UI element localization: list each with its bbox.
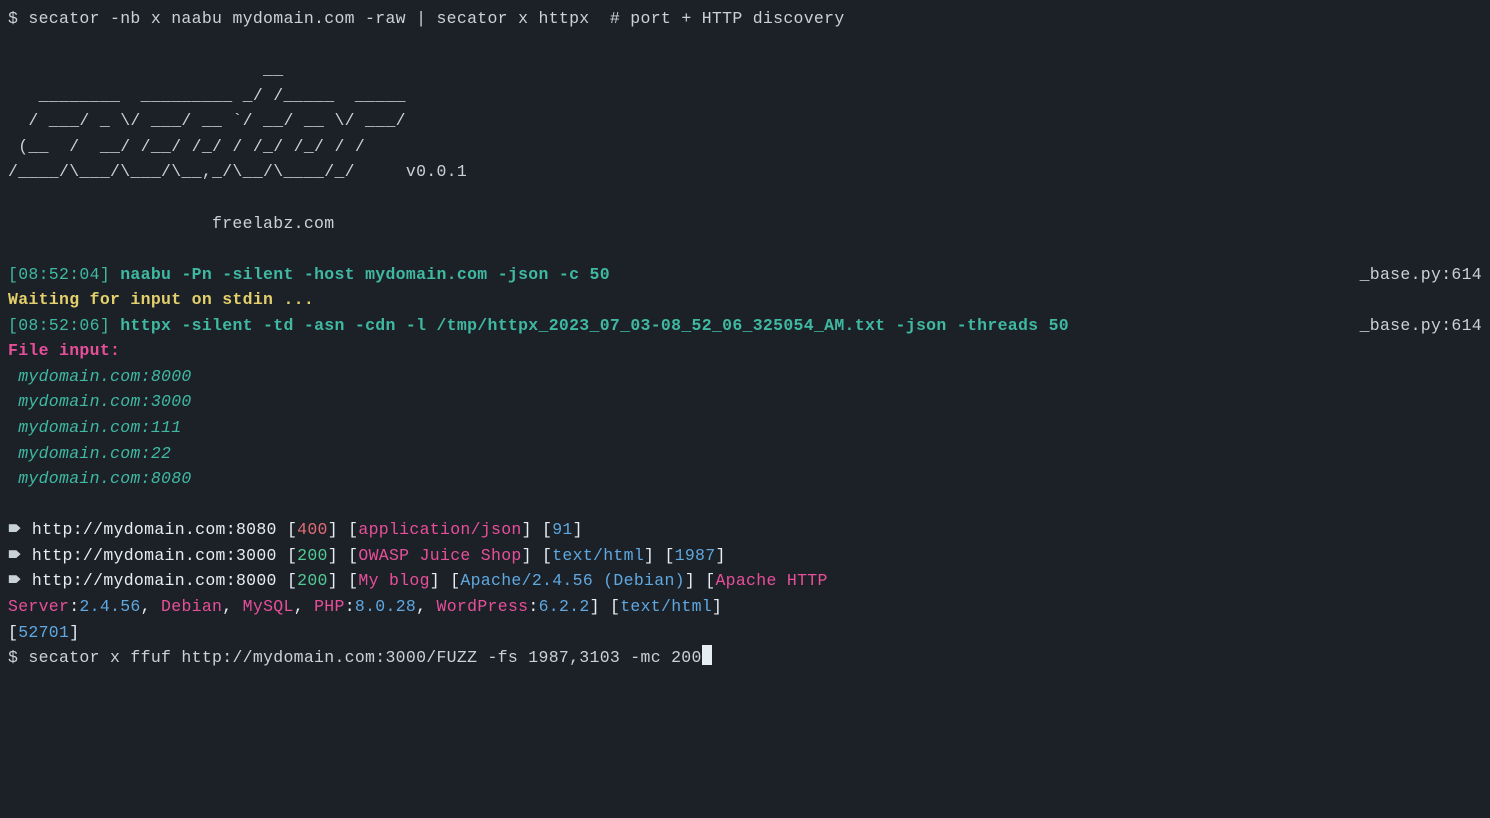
timestamp: [08:52:04] — [8, 265, 110, 284]
file-input-item: mydomain.com:3000 — [8, 389, 1482, 415]
tech-version: 6.2.2 — [539, 597, 590, 616]
result-line: 🠶 http://mydomain.com:8000 [200] [My blo… — [8, 568, 1482, 594]
content-length: 52701 — [18, 623, 69, 642]
command-text: secator x ffuf http://mydomain.com:3000/… — [28, 648, 701, 667]
file-input-item: mydomain.com:8080 — [8, 466, 1482, 492]
file-input-label: File input: — [8, 338, 1482, 364]
blank-line — [8, 32, 1482, 58]
log-command: naabu -Pn -silent -host mydomain.com -js… — [120, 265, 610, 284]
log-source: _base.py:614 — [1344, 313, 1482, 339]
waiting-message: Waiting for input on stdin ... — [8, 287, 1482, 313]
tech-name: Debian — [161, 597, 222, 616]
result-url: http://mydomain.com:8000 — [32, 571, 277, 590]
ascii-footer: freelabz.com — [8, 211, 1482, 237]
status-code: 400 — [297, 520, 328, 539]
tech-name: MySQL — [243, 597, 294, 616]
ascii-art-line: / ___/ _ \/ ___/ __ `/ __/ __ \/ ___/ — [8, 108, 1482, 134]
ascii-art-line: ________ _________ _/ /_____ _____ — [8, 83, 1482, 109]
log-line: [08:52:06] httpx -silent -td -asn -cdn -… — [8, 313, 1482, 339]
ascii-art-line: /____/\___/\___/\__,_/\__/\____/_/ v0.0.… — [8, 159, 1482, 185]
result-line: 🠶 http://mydomain.com:3000 [200] [OWASP … — [8, 543, 1482, 569]
result-line-cont: [52701] — [8, 620, 1482, 646]
bullet-icon: 🠶 — [8, 520, 32, 539]
status-code: 200 — [297, 546, 328, 565]
blank-line — [8, 236, 1482, 262]
command-line-2[interactable]: $ secator x ffuf http://mydomain.com:300… — [8, 645, 1482, 671]
result-line: 🠶 http://mydomain.com:8080 [400] [applic… — [8, 517, 1482, 543]
ascii-art-line: __ — [8, 57, 1482, 83]
terminal[interactable]: $ secator -nb x naabu mydomain.com -raw … — [8, 6, 1482, 671]
tech-name: Apache HTTP — [715, 571, 837, 590]
file-input-item: mydomain.com:22 — [8, 441, 1482, 467]
tech-name: WordPress — [437, 597, 529, 616]
prompt: $ — [8, 648, 18, 667]
page-title: OWASP Juice Shop — [358, 546, 521, 565]
cursor-icon — [702, 645, 712, 665]
content-type: text/html — [552, 546, 644, 565]
ascii-art-line: (__ / __/ /__/ /_/ / /_/ /_/ / / — [8, 134, 1482, 160]
server-tech: Apache/2.4.56 (Debian) — [460, 571, 684, 590]
result-line-cont: Server:2.4.56, Debian, MySQL, PHP:8.0.28… — [8, 594, 1482, 620]
status-code: 200 — [297, 571, 328, 590]
file-input-item: mydomain.com:111 — [8, 415, 1482, 441]
command-comment: # port + HTTP discovery — [600, 9, 845, 28]
content-type: text/html — [620, 597, 712, 616]
blank-line — [8, 185, 1482, 211]
log-source: _base.py:614 — [1344, 262, 1482, 288]
content-length: 1987 — [675, 546, 716, 565]
timestamp: [08:52:06] — [8, 316, 110, 335]
result-url: http://mydomain.com:3000 — [32, 546, 277, 565]
tech-name: PHP — [314, 597, 345, 616]
file-input-item: mydomain.com:8000 — [8, 364, 1482, 390]
blank-line — [8, 492, 1482, 518]
prompt: $ — [8, 9, 18, 28]
bullet-icon: 🠶 — [8, 571, 32, 590]
command-text: secator -nb x naabu mydomain.com -raw | … — [28, 9, 599, 28]
page-title: My blog — [358, 571, 429, 590]
content-type: application/json — [358, 520, 521, 539]
tech-name: Server — [8, 597, 69, 616]
bullet-icon: 🠶 — [8, 546, 32, 565]
command-line-1: $ secator -nb x naabu mydomain.com -raw … — [8, 6, 1482, 32]
result-url: http://mydomain.com:8080 — [32, 520, 277, 539]
tech-version: 2.4.56 — [79, 597, 140, 616]
content-length: 91 — [552, 520, 572, 539]
log-line: [08:52:04] naabu -Pn -silent -host mydom… — [8, 262, 1482, 288]
tech-version: 8.0.28 — [355, 597, 416, 616]
log-command: httpx -silent -td -asn -cdn -l /tmp/http… — [120, 316, 1069, 335]
